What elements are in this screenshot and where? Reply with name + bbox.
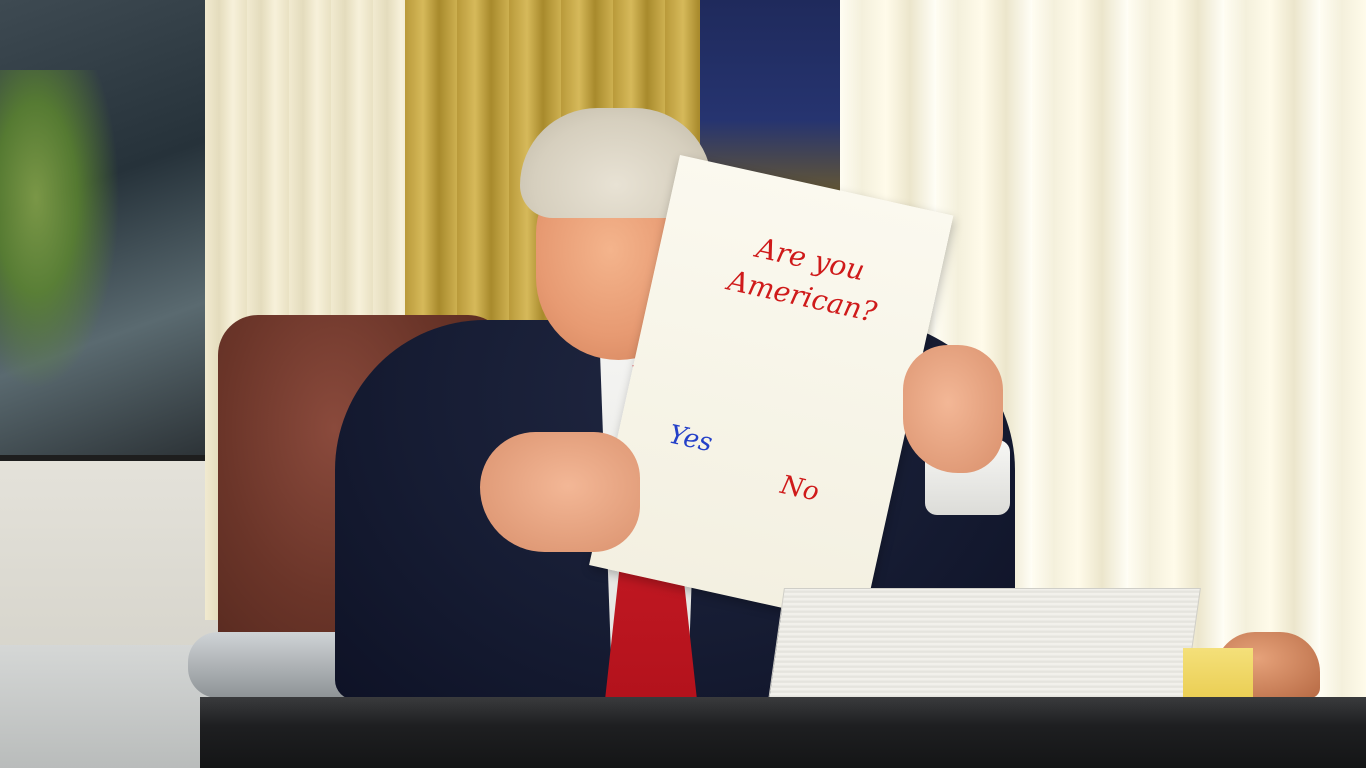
sign-option-yes: Yes xyxy=(666,419,716,459)
document-stack xyxy=(766,588,1201,715)
left-hand xyxy=(480,432,640,552)
floor xyxy=(0,645,210,768)
desk xyxy=(200,697,1366,768)
office-photo: Are you American? Yes No xyxy=(0,0,1366,768)
plant xyxy=(0,70,120,390)
right-hand xyxy=(903,345,1003,473)
sign-question: Are you American? xyxy=(724,231,880,329)
sign-option-no: No xyxy=(777,470,822,508)
chair-arm xyxy=(188,632,358,698)
